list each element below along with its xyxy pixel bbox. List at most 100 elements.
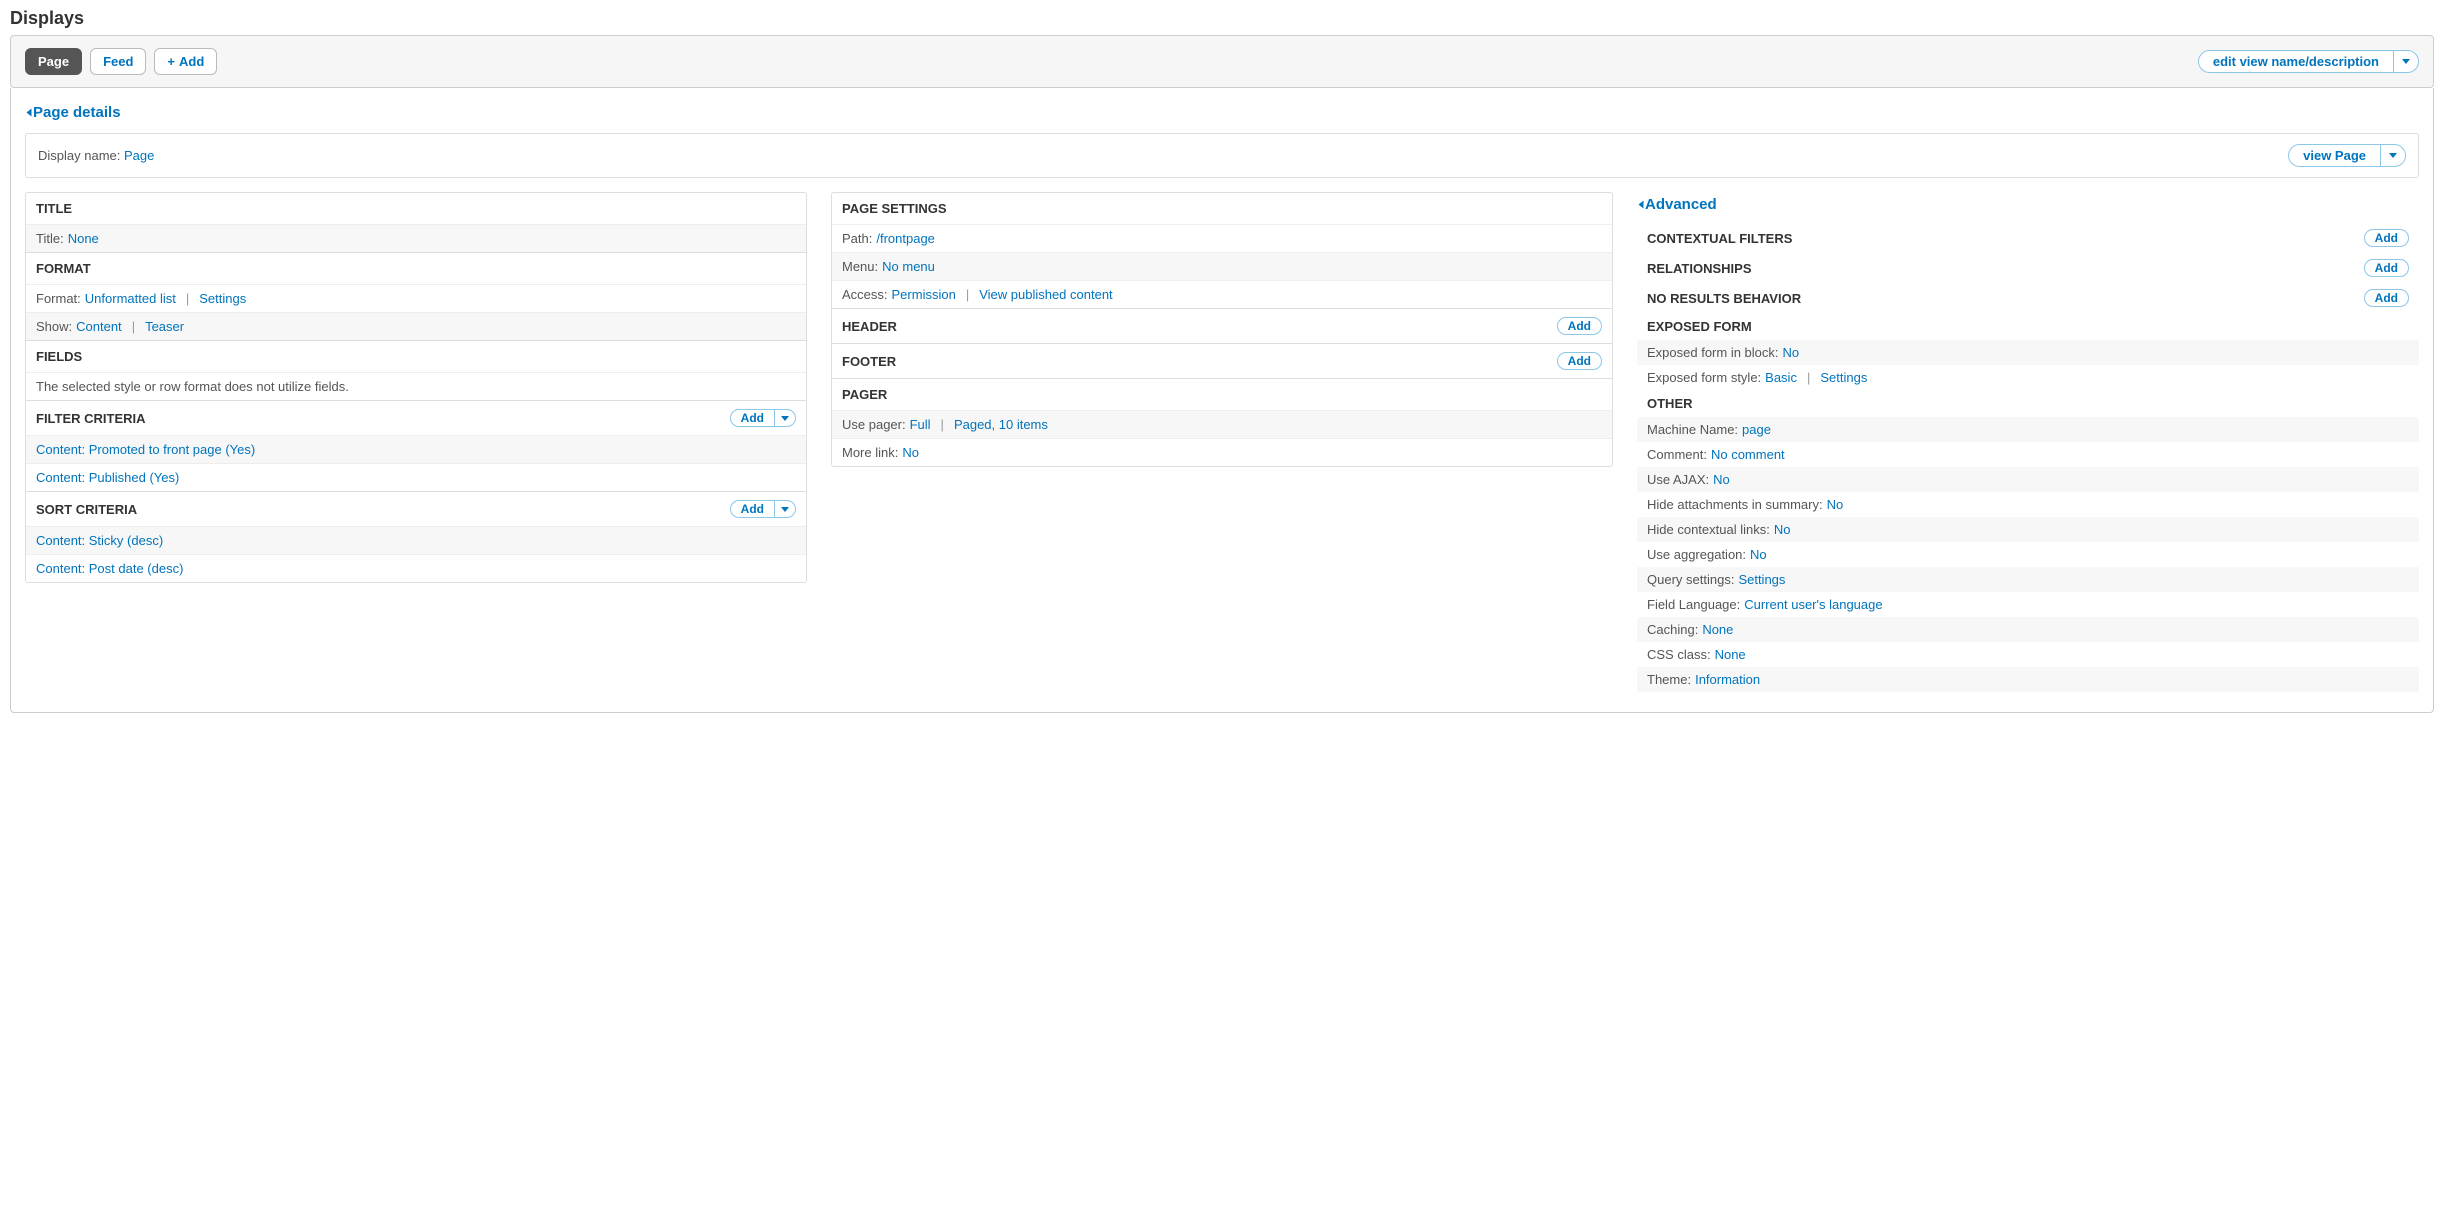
separator: |: [935, 417, 950, 432]
display-name-label: Display name:: [38, 148, 120, 163]
sort-sticky[interactable]: Content: Sticky (desc): [36, 533, 163, 548]
exposed-block-value[interactable]: No: [1783, 345, 1800, 360]
separator: |: [126, 319, 141, 334]
theme-label: Theme:: [1647, 672, 1691, 687]
advanced-toggle[interactable]: Advanced: [1637, 192, 1717, 223]
filter-add-group: Add: [730, 409, 796, 427]
contextual-filters-label: CONTEXTUAL FILTERS: [1647, 231, 1792, 246]
edit-view-button[interactable]: edit view name/description: [2198, 50, 2393, 73]
ajax-label: Use AJAX:: [1647, 472, 1709, 487]
sort-item: Content: Sticky (desc): [26, 526, 806, 554]
contextual-add-button[interactable]: Add: [2364, 229, 2409, 247]
exposed-block-row: Exposed form in block: No: [1637, 340, 2419, 365]
comment-label: Comment:: [1647, 447, 1707, 462]
no-results-add-button[interactable]: Add: [2364, 289, 2409, 307]
view-page-button[interactable]: view Page: [2288, 144, 2380, 167]
field-language-value[interactable]: Current user's language: [1744, 597, 1882, 612]
format-settings[interactable]: Settings: [199, 291, 246, 306]
caching-value[interactable]: None: [1702, 622, 1733, 637]
aggregation-row: Use aggregation: No: [1637, 542, 2419, 567]
sort-add-button[interactable]: Add: [730, 500, 774, 518]
page-details-toggle[interactable]: Page details: [25, 98, 121, 127]
sort-add-dropdown[interactable]: [774, 500, 796, 518]
filter-head-label: FILTER CRITERIA: [36, 411, 146, 426]
access-value[interactable]: Permission: [892, 287, 956, 302]
ajax-value[interactable]: No: [1713, 472, 1730, 487]
filter-published[interactable]: Content: Published (Yes): [36, 470, 179, 485]
title-value[interactable]: None: [68, 231, 99, 246]
caching-label: Caching:: [1647, 622, 1698, 637]
css-class-label: CSS class:: [1647, 647, 1711, 662]
hide-attachments-value[interactable]: No: [1827, 497, 1844, 512]
fields-message-text: The selected style or row format does no…: [36, 379, 349, 394]
hide-contextual-row: Hide contextual links: No: [1637, 517, 2419, 542]
exposed-style-value[interactable]: Basic: [1765, 370, 1797, 385]
column-right: Advanced CONTEXTUAL FILTERS Add RELATION…: [1637, 192, 2419, 692]
hide-contextual-value[interactable]: No: [1774, 522, 1791, 537]
column-left: TITLE Title: None FORMAT Format: Unforma…: [25, 192, 807, 692]
format-label: Format:: [36, 291, 81, 306]
contextual-filters-head: CONTEXTUAL FILTERS Add: [1637, 223, 2419, 253]
query-settings-value[interactable]: Settings: [1738, 572, 1785, 587]
page-title: Displays: [0, 0, 2444, 35]
tab-page[interactable]: Page: [25, 48, 82, 75]
use-pager-paged[interactable]: Paged, 10 items: [954, 417, 1048, 432]
filter-item: Content: Promoted to front page (Yes): [26, 435, 806, 463]
no-results-head: NO RESULTS BEHAVIOR Add: [1637, 283, 2419, 313]
hide-attachments-row: Hide attachments in summary: No: [1637, 492, 2419, 517]
show-value[interactable]: Content: [76, 319, 122, 334]
relationships-add-button[interactable]: Add: [2364, 259, 2409, 277]
footer-add-button[interactable]: Add: [1557, 352, 1602, 370]
filter-add-button[interactable]: Add: [730, 409, 774, 427]
filter-add-dropdown[interactable]: [774, 409, 796, 427]
exposed-style-settings[interactable]: Settings: [1820, 370, 1867, 385]
fields-section-head: FIELDS: [26, 340, 806, 372]
use-pager-value[interactable]: Full: [910, 417, 931, 432]
aggregation-value[interactable]: No: [1750, 547, 1767, 562]
tab-add[interactable]: +Add: [154, 48, 217, 75]
column-middle: PAGE SETTINGS Path: /frontpage Menu: No …: [831, 192, 1613, 692]
machine-name-row: Machine Name: page: [1637, 417, 2419, 442]
caret-down-icon: [781, 416, 789, 421]
separator: |: [960, 287, 975, 302]
sort-section-head: SORT CRITERIA Add: [26, 491, 806, 526]
pager-section-head: PAGER: [832, 378, 1612, 410]
comment-value[interactable]: No comment: [1711, 447, 1785, 462]
access-permission[interactable]: View published content: [979, 287, 1112, 302]
title-section-head: TITLE: [26, 193, 806, 224]
comment-row: Comment: No comment: [1637, 442, 2419, 467]
filter-promoted[interactable]: Content: Promoted to front page (Yes): [36, 442, 255, 457]
separator: |: [180, 291, 195, 306]
menu-value[interactable]: No menu: [882, 259, 935, 274]
plus-icon: +: [167, 54, 175, 69]
access-label: Access:: [842, 287, 888, 302]
format-row: Format: Unformatted list | Settings: [26, 284, 806, 312]
access-row: Access: Permission | View published cont…: [832, 280, 1612, 308]
edit-view-dropdown[interactable]: [2393, 50, 2419, 73]
field-language-label: Field Language:: [1647, 597, 1740, 612]
path-value[interactable]: /frontpage: [876, 231, 935, 246]
query-settings-row: Query settings: Settings: [1637, 567, 2419, 592]
show-teaser[interactable]: Teaser: [145, 319, 184, 334]
view-page-dropdown[interactable]: [2380, 144, 2406, 167]
other-head: OTHER: [1637, 390, 2419, 417]
tab-feed[interactable]: Feed: [90, 48, 146, 75]
machine-name-value[interactable]: page: [1742, 422, 1771, 437]
aggregation-label: Use aggregation:: [1647, 547, 1746, 562]
sort-postdate[interactable]: Content: Post date (desc): [36, 561, 183, 576]
title-row: Title: None: [26, 224, 806, 252]
display-name-value[interactable]: Page: [124, 148, 154, 163]
menu-label: Menu:: [842, 259, 878, 274]
fields-message: The selected style or row format does no…: [26, 372, 806, 400]
header-add-button[interactable]: Add: [1557, 317, 1602, 335]
theme-value[interactable]: Information: [1695, 672, 1760, 687]
machine-name-label: Machine Name:: [1647, 422, 1738, 437]
sort-item: Content: Post date (desc): [26, 554, 806, 582]
format-value[interactable]: Unformatted list: [85, 291, 176, 306]
relationships-head: RELATIONSHIPS Add: [1637, 253, 2419, 283]
caret-down-icon: [781, 507, 789, 512]
filter-section-head: FILTER CRITERIA Add: [26, 400, 806, 435]
sort-head-label: SORT CRITERIA: [36, 502, 137, 517]
css-class-value[interactable]: None: [1715, 647, 1746, 662]
more-link-value[interactable]: No: [902, 445, 919, 460]
